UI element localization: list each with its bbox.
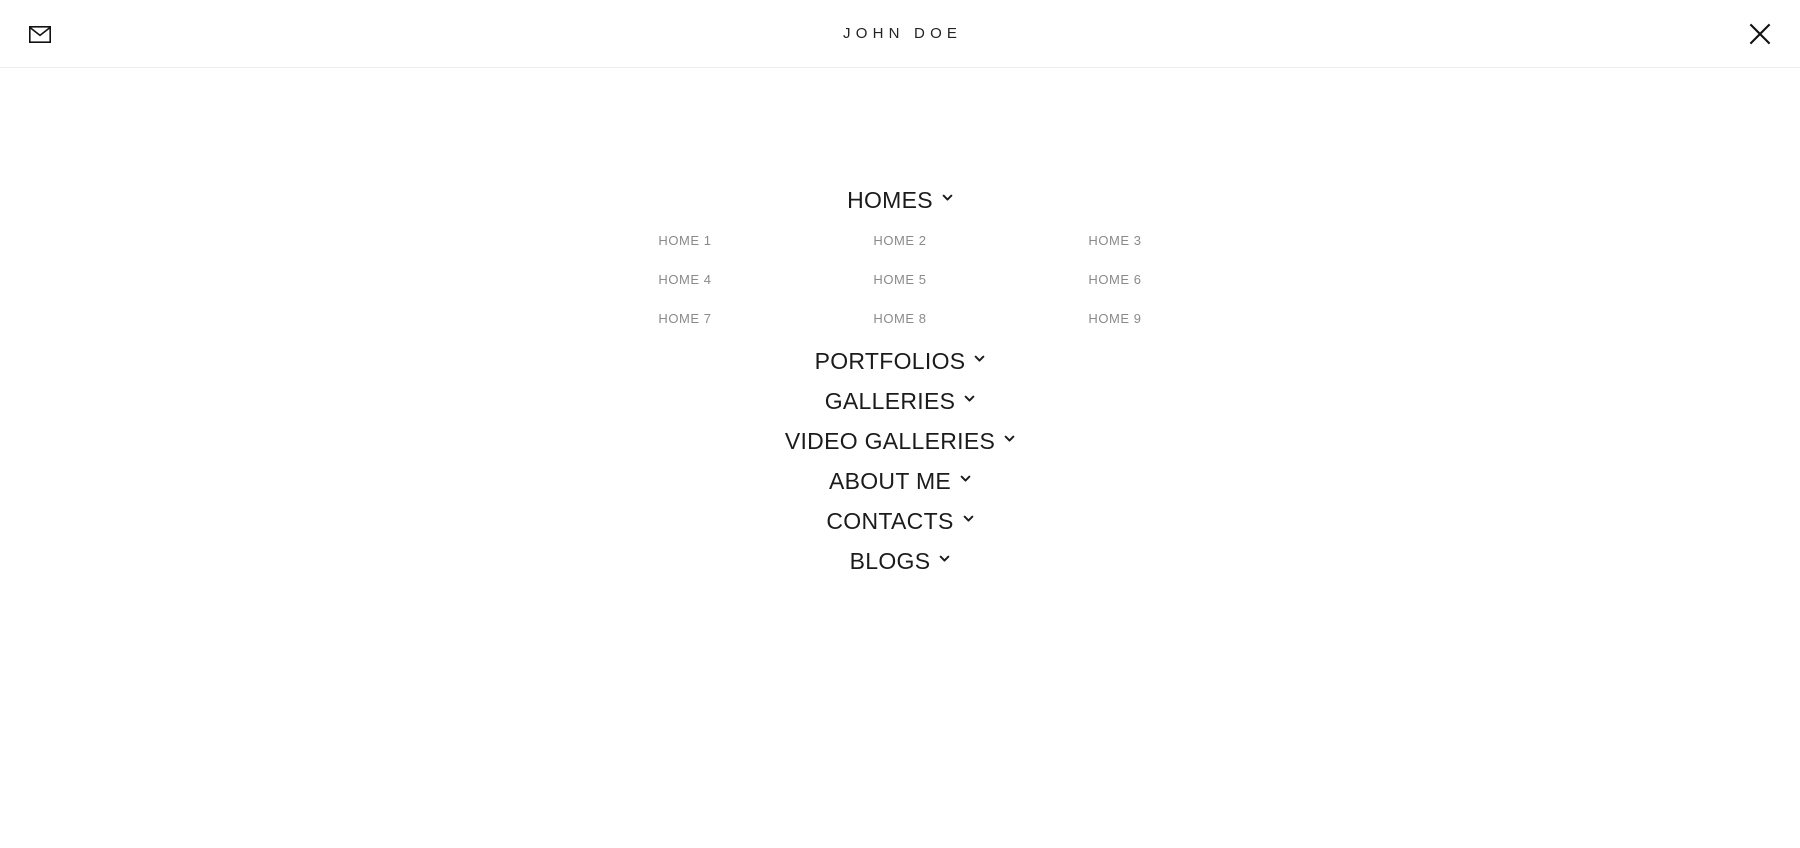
- close-menu-button[interactable]: [1740, 14, 1780, 54]
- chevron-down-icon: [942, 192, 953, 203]
- chevron-down-icon: [974, 353, 985, 364]
- menu-entry: ABOUT ME: [0, 461, 1800, 501]
- submenu-item-0-2[interactable]: HOME 3: [1008, 232, 1223, 249]
- main-navigation: HOMES HOME 1 HOME 2 HOME 3 HOME 4 HOME 5 HOME …: [0, 180, 1800, 581]
- submenu-item-0-5[interactable]: HOME 6: [1008, 271, 1223, 288]
- submenu-item-0-1[interactable]: HOME 2: [793, 232, 1008, 249]
- menu-item-0[interactable]: HOMES: [843, 180, 957, 220]
- menu-item-label: VIDEO GALLERIES: [784, 428, 996, 454]
- menu-item-label: HOMES: [847, 187, 933, 213]
- submenu-item-0-8[interactable]: HOME 9: [1008, 310, 1223, 327]
- menu-item-label: ABOUT ME: [828, 468, 952, 494]
- menu-item-label: BLOGS: [849, 548, 931, 574]
- close-icon: [1748, 22, 1772, 46]
- menu-entry: GALLERIES: [0, 381, 1800, 421]
- fullscreen-menu-overlay: HOMES HOME 1 HOME 2 HOME 3 HOME 4 HOME 5 HOME …: [0, 68, 1800, 848]
- menu-entry: CONTACTS: [0, 501, 1800, 541]
- chevron-down-icon: [963, 513, 974, 524]
- submenu-item-0-4[interactable]: HOME 5: [793, 271, 1008, 288]
- chevron-down-icon: [960, 473, 971, 484]
- submenu-item-0-7[interactable]: HOME 8: [793, 310, 1008, 327]
- chevron-down-icon: [939, 553, 950, 564]
- menu-item-3[interactable]: VIDEO GALLERIES: [781, 421, 1019, 461]
- menu-entry: HOMES HOME 1 HOME 2 HOME 3 HOME 4 HOME 5 HOME …: [0, 180, 1800, 341]
- menu-item-label: CONTACTS: [826, 508, 954, 534]
- menu-entry: VIDEO GALLERIES: [0, 421, 1800, 461]
- submenu-item-0-6[interactable]: HOME 7: [578, 310, 793, 327]
- submenu-0: HOME 1 HOME 2 HOME 3 HOME 4 HOME 5 HOME 6 HOME…: [578, 232, 1223, 327]
- menu-item-4[interactable]: ABOUT ME: [825, 461, 975, 501]
- submenu-item-0-0[interactable]: HOME 1: [578, 232, 793, 249]
- menu-item-label: GALLERIES: [824, 388, 956, 414]
- menu-entry: PORTFOLIOS: [0, 341, 1800, 381]
- submenu-item-0-3[interactable]: HOME 4: [578, 271, 793, 288]
- menu-item-label: PORTFOLIOS: [814, 348, 966, 374]
- menu-item-1[interactable]: PORTFOLIOS: [811, 341, 990, 381]
- menu-item-6[interactable]: BLOGS: [846, 541, 955, 581]
- site-header: JOHN DOE: [0, 0, 1800, 68]
- page-title: JOHN DOE: [843, 25, 963, 42]
- menu-item-5[interactable]: CONTACTS: [822, 501, 977, 541]
- menu-entry: BLOGS: [0, 541, 1800, 581]
- menu-item-2[interactable]: GALLERIES: [821, 381, 980, 421]
- chevron-down-icon: [1004, 433, 1015, 444]
- chevron-down-icon: [964, 393, 975, 404]
